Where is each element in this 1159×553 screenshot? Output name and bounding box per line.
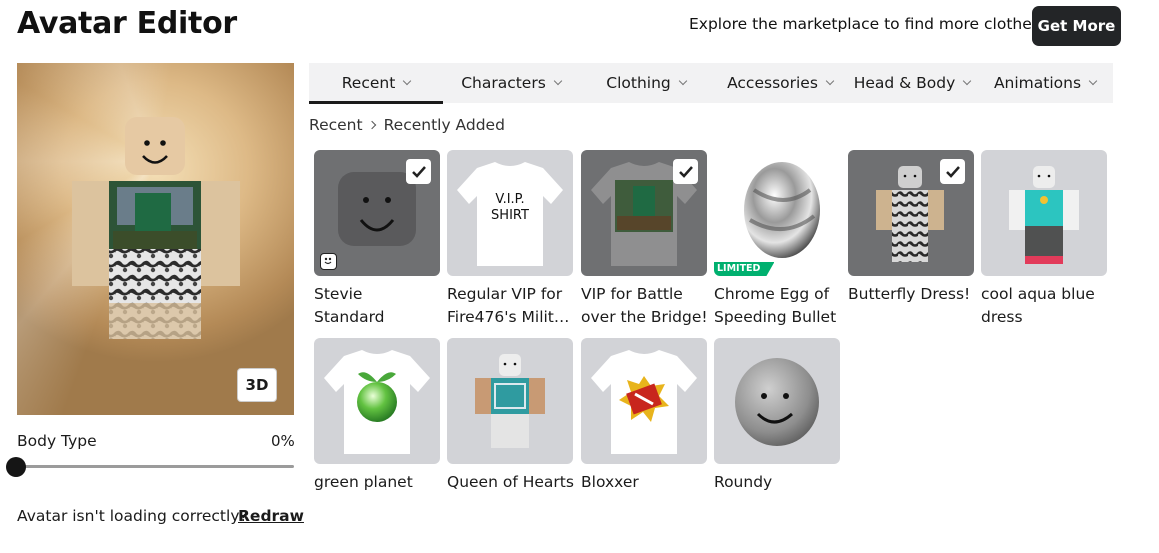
item-name-line1: Regular VIP for — [447, 285, 563, 303]
tab-characters[interactable]: Characters — [443, 63, 579, 103]
chevron-down-icon — [825, 76, 835, 86]
get-more-button[interactable]: Get More — [1032, 6, 1121, 46]
item-name-line1: Bloxxer — [581, 473, 639, 491]
body-type-value: 0% — [271, 432, 295, 450]
chevron-down-icon — [963, 76, 972, 86]
item-name: Bloxxer — [581, 471, 708, 494]
item-thumbnail: V.I.P. SHIRT — [447, 150, 573, 276]
chevron-right-icon — [367, 120, 376, 130]
item-name-line2: Speeding Bullet — [714, 308, 837, 326]
breadcrumb-root[interactable]: Recent — [309, 116, 363, 134]
item-name-line1: VIP for Battle — [581, 285, 683, 303]
item-card[interactable]: Butterfly Dress! — [848, 150, 975, 306]
chrome-egg-icon — [744, 162, 820, 258]
item-name: Stevie Standard — [314, 283, 441, 329]
item-name: Regular VIP for Fire476's Militar... — [447, 283, 574, 329]
3d-toggle-button[interactable]: 3D — [237, 368, 277, 402]
tab-animations[interactable]: Animations — [977, 63, 1113, 103]
item-name: Butterfly Dress! — [848, 283, 975, 306]
queen-of-hearts-icon — [475, 354, 545, 448]
checkmark-icon — [406, 159, 431, 184]
body-type-label: Body Type — [17, 432, 97, 450]
redraw-link[interactable]: Redraw — [238, 507, 304, 525]
page-title: Avatar Editor — [17, 6, 237, 41]
tab-recent[interactable]: Recent — [309, 63, 443, 104]
item-card[interactable]: LIMITED Chrome Egg of Speeding Bullet — [714, 150, 841, 329]
item-card[interactable]: green planet — [314, 338, 441, 494]
item-name-line1: Queen of Hearts — [447, 473, 574, 491]
limited-badge: LIMITED — [714, 262, 774, 276]
item-name-line1: Roundy — [714, 473, 773, 491]
item-card[interactable]: V.I.P. SHIRT Regular VIP for Fire476's M… — [447, 150, 574, 329]
item-card[interactable]: Roundy — [714, 338, 841, 494]
green-planet-shirt-icon — [324, 350, 430, 454]
item-thumbnail — [581, 338, 707, 464]
shirt-text-line1: V.I.P. — [495, 192, 525, 207]
item-name-line2: over the Bridge! — [581, 308, 708, 326]
shirt-print: V.I.P. SHIRT — [447, 192, 573, 224]
checkmark-icon — [940, 159, 965, 184]
body-type-slider-handle[interactable] — [6, 457, 26, 477]
item-thumbnail: LIMITED — [714, 150, 840, 276]
breadcrumb-current: Recently Added — [383, 116, 505, 134]
item-name-line1: Chrome Egg of — [714, 285, 830, 303]
avatar-figure — [72, 117, 240, 339]
item-card[interactable]: Bloxxer — [581, 338, 708, 494]
item-card[interactable]: Stevie Standard — [314, 150, 441, 329]
item-card[interactable]: Queen of Hearts — [447, 338, 574, 494]
item-name-line2: Standard — [314, 308, 385, 326]
item-name: Chrome Egg of Speeding Bullet — [714, 283, 841, 329]
body-type-slider-track[interactable] — [17, 465, 294, 468]
item-name-line1: cool aqua blue — [981, 285, 1095, 303]
chevron-down-icon — [1088, 76, 1098, 86]
tab-label: Animations — [993, 74, 1082, 92]
avatar-loading-help-text: Avatar isn't loading correctly? — [17, 507, 248, 525]
item-thumbnail — [314, 150, 440, 276]
tab-label: Clothing — [606, 74, 671, 92]
avatar-preview[interactable]: 3D — [17, 63, 294, 415]
chevron-down-icon — [678, 76, 687, 86]
category-tabs: Recent Characters Clothing Accessories H… — [309, 63, 1113, 104]
item-thumbnail — [848, 150, 974, 276]
item-name: VIP for Battle over the Bridge! — [581, 283, 708, 329]
face-badge-icon — [320, 253, 337, 270]
tab-accessories[interactable]: Accessories — [713, 63, 847, 103]
item-thumbnail — [581, 150, 707, 276]
item-thumbnail — [981, 150, 1107, 276]
aqua-dress-icon — [1009, 166, 1079, 264]
item-thumbnail — [314, 338, 440, 464]
roundy-head-icon — [735, 358, 819, 446]
tab-clothing[interactable]: Clothing — [579, 63, 713, 103]
checkmark-icon — [673, 159, 698, 184]
item-name: green planet — [314, 471, 441, 494]
chevron-down-icon — [403, 76, 412, 86]
tab-label: Characters — [461, 74, 546, 92]
item-name-line1: green planet — [314, 473, 413, 491]
item-name: Queen of Hearts — [447, 471, 574, 494]
item-thumbnail — [447, 338, 573, 464]
tab-label: Head & Body — [853, 74, 956, 92]
item-name: Roundy — [714, 471, 841, 494]
item-name-line2: Fire476's Militar... — [447, 308, 574, 326]
item-name: cool aqua blue dress — [981, 283, 1108, 329]
item-card[interactable]: cool aqua blue dress — [981, 150, 1108, 329]
tab-label: Accessories — [727, 74, 818, 92]
tab-head-body[interactable]: Head & Body — [847, 63, 977, 103]
item-thumbnail — [714, 338, 840, 464]
chevron-down-icon — [553, 76, 563, 86]
item-card[interactable]: VIP for Battle over the Bridge! — [581, 150, 708, 329]
shirt-text-line2: SHIRT — [491, 208, 529, 223]
breadcrumb: Recent Recently Added — [309, 116, 505, 134]
item-name-line1: Stevie — [314, 285, 363, 303]
marketplace-promo-text: Explore the marketplace to find more clo… — [689, 15, 1047, 33]
tab-label: Recent — [341, 74, 396, 92]
item-name-line1: Butterfly Dress! — [848, 285, 971, 303]
item-name-line2: dress — [981, 308, 1023, 326]
bloxxer-shirt-icon — [591, 350, 697, 454]
